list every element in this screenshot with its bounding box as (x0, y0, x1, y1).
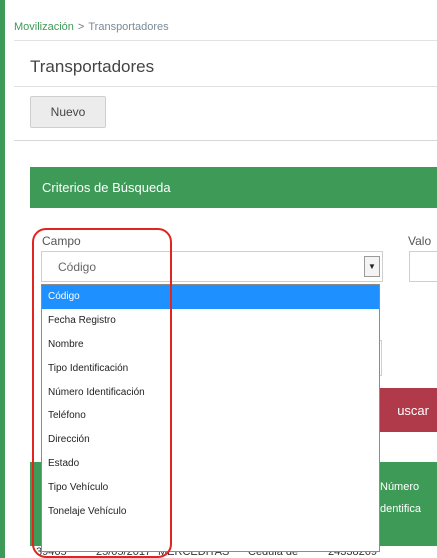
table-header-number: Número dentifica (380, 476, 421, 520)
chevron-down-icon[interactable]: ▼ (364, 256, 380, 277)
search-button[interactable]: uscar (370, 388, 437, 432)
breadcrumb-parent-link[interactable]: Movilización (14, 21, 74, 33)
breadcrumb: Movilización > Transportadores (14, 14, 437, 41)
table-header-number-line2: dentifica (380, 503, 421, 515)
table-header-number-line1: Número (380, 481, 420, 493)
search-criteria-header: Criterios de Búsqueda (30, 167, 437, 208)
page-title: Transportadores (30, 57, 155, 76)
new-button[interactable]: Nuevo (30, 96, 106, 128)
highlight-annotation (32, 228, 172, 558)
value-input[interactable] (409, 251, 437, 282)
breadcrumb-separator: > (77, 21, 85, 33)
title-divider (14, 86, 437, 87)
left-edge-bar (0, 0, 5, 558)
breadcrumb-current: Transportadores (88, 21, 169, 33)
value-label: Valo (408, 234, 432, 248)
section-divider (14, 140, 437, 141)
